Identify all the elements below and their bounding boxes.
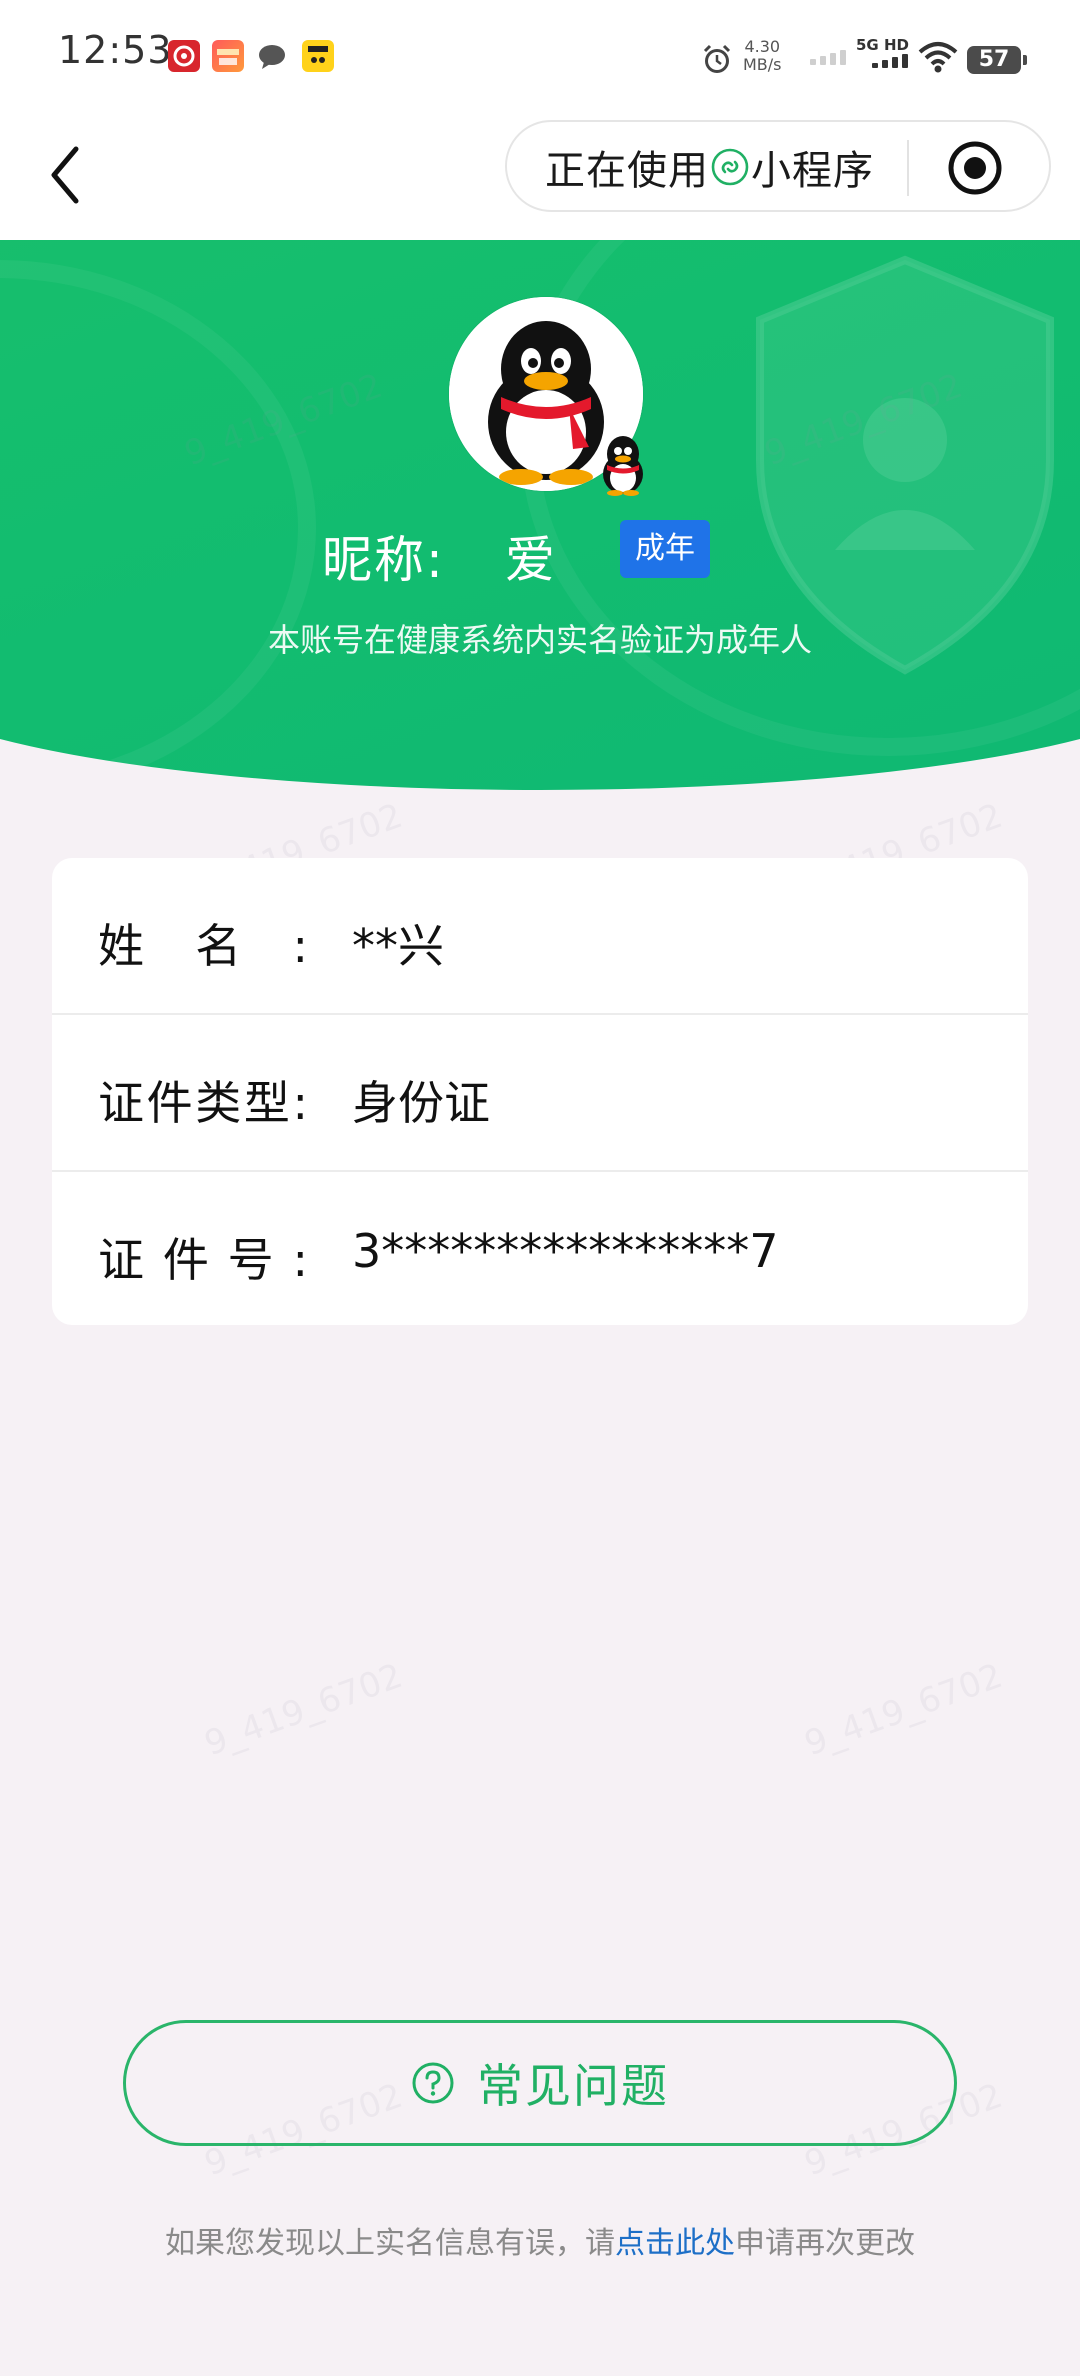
- game-app-icon: [302, 40, 334, 72]
- battery-indicator: 57: [967, 46, 1027, 74]
- page: 12:53 4.30 MB/s 5G HD 57 正在使用 小程序 昵称: 爱 …: [0, 0, 1080, 2376]
- identity-info-card: 姓名: **兴 证件类型: 身份证 证件号: 3****************…: [52, 858, 1028, 1325]
- close-mini-program-button[interactable]: [945, 138, 1005, 198]
- taobao-icon: [212, 40, 244, 72]
- nav-bar: 正在使用 小程序: [0, 115, 1080, 240]
- status-bar: 12:53 4.30 MB/s 5G HD 57: [0, 0, 1080, 115]
- capsule-prefix: 正在使用: [545, 148, 709, 194]
- faq-button-content: 常见问题: [126, 2023, 954, 2143]
- nickname-value: 爱: [505, 531, 555, 589]
- wifi-icon: [918, 42, 958, 73]
- chevron-left-icon: [51, 146, 79, 204]
- nickname-row: 昵称: 爱 成年: [0, 516, 1080, 589]
- footer-note: 如果您发现以上实名信息有误，请点击此处申请再次更改: [0, 2218, 1080, 2262]
- qq-badge-icon: [603, 436, 643, 496]
- info-value: 身份证: [352, 1076, 490, 1130]
- question-circle-icon: [412, 2062, 454, 2104]
- message-icon: [256, 40, 288, 72]
- signal-bars-sim1: [810, 50, 846, 65]
- net-speed: 4.30 MB/s: [743, 38, 782, 74]
- capsule-suffix: 小程序: [751, 148, 874, 194]
- capsule-divider: [907, 140, 909, 196]
- verification-description: 本账号在健康系统内实名验证为成年人: [267, 621, 812, 659]
- info-value: 3****************7: [352, 1224, 779, 1278]
- netease-music-icon: [168, 40, 200, 72]
- faq-button-label: 常见问题: [477, 2059, 669, 2113]
- signal-bars-sim2: [872, 54, 908, 68]
- adult-badge: 成年: [620, 520, 710, 578]
- info-row-id-type: 证件类型: 身份证: [52, 1015, 1028, 1170]
- profile-header: 昵称: 爱 成年 本账号在健康系统内实名验证为成年人: [0, 240, 1080, 790]
- mini-program-link-icon: [711, 148, 749, 186]
- info-row-id-number: 证件号: 3****************7: [52, 1172, 1028, 1325]
- nickname-label: 昵称:: [322, 531, 445, 589]
- back-button[interactable]: [40, 139, 100, 209]
- info-value: **兴: [352, 919, 444, 973]
- info-label: 姓名:: [98, 919, 308, 973]
- net-speed-unit: MB/s: [743, 55, 782, 74]
- mini-program-capsule: 正在使用 小程序: [505, 120, 1051, 212]
- capsule-label[interactable]: 正在使用 小程序: [545, 138, 874, 196]
- info-row-name: 姓名: **兴: [52, 858, 1028, 1013]
- status-time: 12:53: [58, 28, 173, 72]
- footer-text-before: 如果您发现以上实名信息有误，请: [165, 2226, 615, 2261]
- edit-request-link[interactable]: 点击此处: [615, 2226, 735, 2261]
- footer-text-after: 申请再次更改: [735, 2226, 915, 2261]
- net-speed-value: 4.30: [744, 37, 781, 56]
- info-label: 证件号:: [98, 1233, 308, 1287]
- alarm-icon: [703, 44, 731, 73]
- target-icon: [948, 141, 1002, 195]
- info-label: 证件类型:: [98, 1076, 308, 1130]
- watermark: 9_419_6702: [199, 1655, 408, 1765]
- watermark: 9_419_6702: [799, 1655, 1008, 1765]
- network-tag: 5G HD: [856, 36, 909, 54]
- faq-button[interactable]: 常见问题: [123, 2020, 957, 2146]
